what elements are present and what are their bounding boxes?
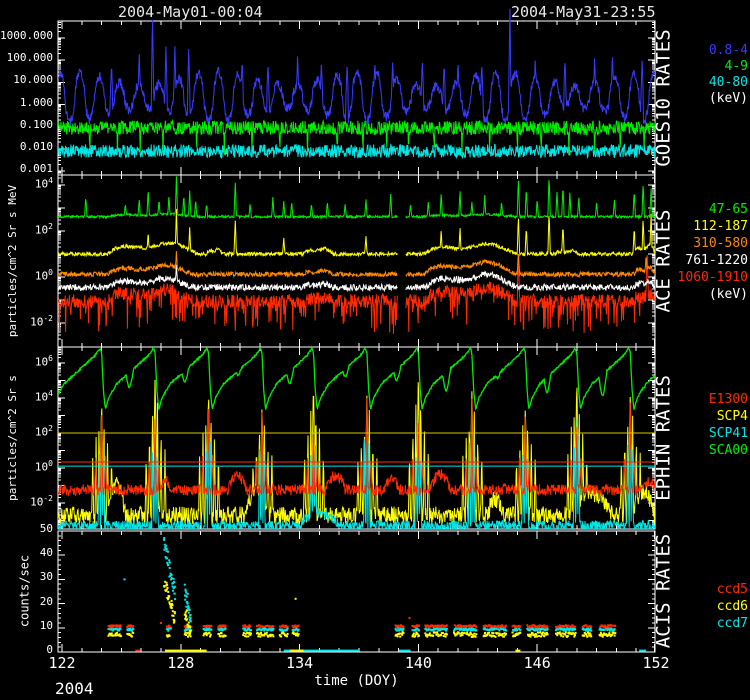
y-tick-label: 106 xyxy=(35,355,53,369)
y-tick-label: 10.000 xyxy=(13,74,53,86)
legend-scp4: SCP4 xyxy=(717,410,748,424)
plot-canvas xyxy=(0,0,750,700)
y-tick-label: 0.010 xyxy=(20,141,53,153)
legend-scp41: SCP41 xyxy=(709,427,748,441)
x-tick-label: 152 xyxy=(635,655,677,672)
y-tick-label: 104 xyxy=(35,177,53,191)
x-tick-label: 134 xyxy=(279,655,321,672)
series-40-80-kev xyxy=(58,144,655,157)
series-scp4 xyxy=(58,380,655,524)
panel-title-ace-rates: ACE RATES xyxy=(654,210,675,313)
series-1060-1910 xyxy=(58,255,655,334)
legend-ccd7: ccd7 xyxy=(717,617,748,631)
y-axis-label-ace: particles/cm^2 Sr s MeV xyxy=(7,185,19,337)
end-date-label: 2004-May31-23:55 xyxy=(511,4,656,21)
legend-4-9: 4-9 xyxy=(725,60,748,74)
y-tick-label: 10 xyxy=(40,620,53,632)
legend-1060-1910: 1060-1910 xyxy=(678,271,748,285)
y-tick-label: 10-2 xyxy=(30,495,53,509)
legend-0-8-4: 0.8-4 xyxy=(709,44,748,58)
legend-40-80: 40-80 xyxy=(709,76,748,90)
radiation-rates-dashboard: 2004-May01-00:04 2004-May31-23:55 GOES10… xyxy=(0,0,750,700)
series-47-65 xyxy=(58,176,655,218)
series-sca00 xyxy=(58,348,655,410)
legend-e1300: E1300 xyxy=(709,393,748,407)
series-e1300 xyxy=(58,398,655,495)
x-tick-label: 146 xyxy=(516,655,558,672)
y-tick-label: 100 xyxy=(35,460,53,474)
x-tick-label: 128 xyxy=(160,655,202,672)
panel-border-2 xyxy=(58,347,655,529)
start-date-label: 2004-May01-00:04 xyxy=(118,4,263,21)
year-label: 2004 xyxy=(55,680,94,698)
y-tick-label: 100.000 xyxy=(7,52,53,64)
y-tick-label: 10-2 xyxy=(30,315,53,329)
legend-kev: (keV) xyxy=(709,288,748,302)
y-tick-label: 1000.000 xyxy=(0,30,53,42)
legend-47-65: 47-65 xyxy=(709,203,748,217)
series-0-8-4-kev xyxy=(58,9,655,126)
y-tick-label: 20 xyxy=(40,596,53,608)
x-tick-label: 122 xyxy=(41,655,83,672)
legend-761-1220: 761-1220 xyxy=(685,254,748,268)
panel-title-goes10-rates: GOES10 RATES xyxy=(654,29,675,166)
y-tick-label: 102 xyxy=(35,425,53,439)
x-tick-label: 140 xyxy=(397,655,439,672)
y-tick-label: 40 xyxy=(40,547,53,559)
y-tick-label: 0.100 xyxy=(20,119,53,131)
y-tick-label: 30 xyxy=(40,571,53,583)
panel-title-ephin-rates: EPHIN RATES xyxy=(654,375,675,501)
panel-title-acis-rates: ACIS RATES xyxy=(654,534,675,648)
y-tick-label: 100 xyxy=(35,269,53,283)
legend-112-187: 112-187 xyxy=(693,220,748,234)
x-axis-label: time (DOY) xyxy=(58,674,655,689)
y-axis-label-ephin: particles/cm^2 Sr s xyxy=(7,375,19,501)
y-axis-label-acis: counts/sec xyxy=(18,555,31,627)
y-tick-label: 1.000 xyxy=(20,97,53,109)
y-tick-label: 50 xyxy=(40,523,53,535)
legend-ccd5: ccd5 xyxy=(717,583,748,597)
y-tick-label: 0.001 xyxy=(20,163,53,175)
y-tick-label: 104 xyxy=(35,390,53,404)
legend-ccd6: ccd6 xyxy=(717,600,748,614)
legend-310-580: 310-580 xyxy=(693,237,748,251)
legend-sca00: SCA00 xyxy=(709,444,748,458)
legend-kev: (keV) xyxy=(709,92,748,106)
y-tick-label: 102 xyxy=(35,223,53,237)
